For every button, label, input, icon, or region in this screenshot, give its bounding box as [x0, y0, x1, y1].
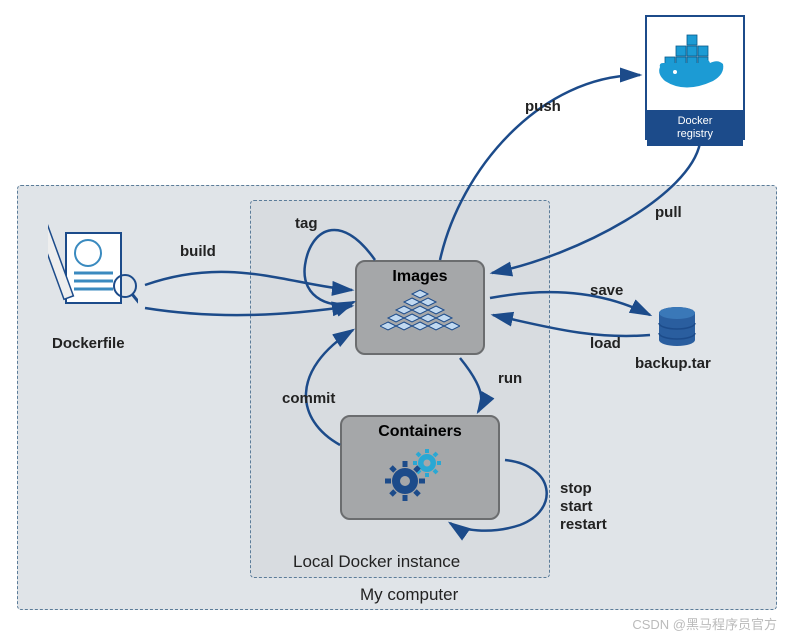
backup-tar-label: backup.tar	[635, 355, 711, 372]
run-label: run	[498, 370, 522, 387]
local-docker-box	[250, 200, 550, 578]
dockerfile-icon	[48, 218, 138, 323]
containers-node: Containers	[340, 415, 500, 520]
load-label: load	[590, 335, 621, 352]
tag-label: tag	[295, 215, 318, 232]
stop-label: stop	[560, 480, 592, 497]
push-label: push	[525, 98, 561, 115]
dockerfile-label: Dockerfile	[52, 335, 125, 352]
local-docker-label: Local Docker instance	[293, 552, 460, 572]
save-label: save	[590, 282, 623, 299]
images-node: Images	[355, 260, 485, 355]
build-label: build	[180, 243, 216, 260]
my-computer-label: My computer	[360, 585, 458, 605]
restart-label: restart	[560, 516, 607, 533]
registry-label-2: registry	[677, 128, 713, 140]
images-label: Images	[357, 262, 483, 286]
start-label: start	[560, 498, 593, 515]
backup-tar-icon	[655, 305, 700, 350]
docker-registry-node: Docker registry	[645, 15, 745, 140]
watermark-text: CSDN @黑马程序员官方	[632, 614, 777, 633]
containers-label: Containers	[342, 417, 498, 441]
registry-label-1: Docker	[678, 115, 713, 127]
commit-label: commit	[282, 390, 335, 407]
pull-label: pull	[655, 204, 682, 221]
